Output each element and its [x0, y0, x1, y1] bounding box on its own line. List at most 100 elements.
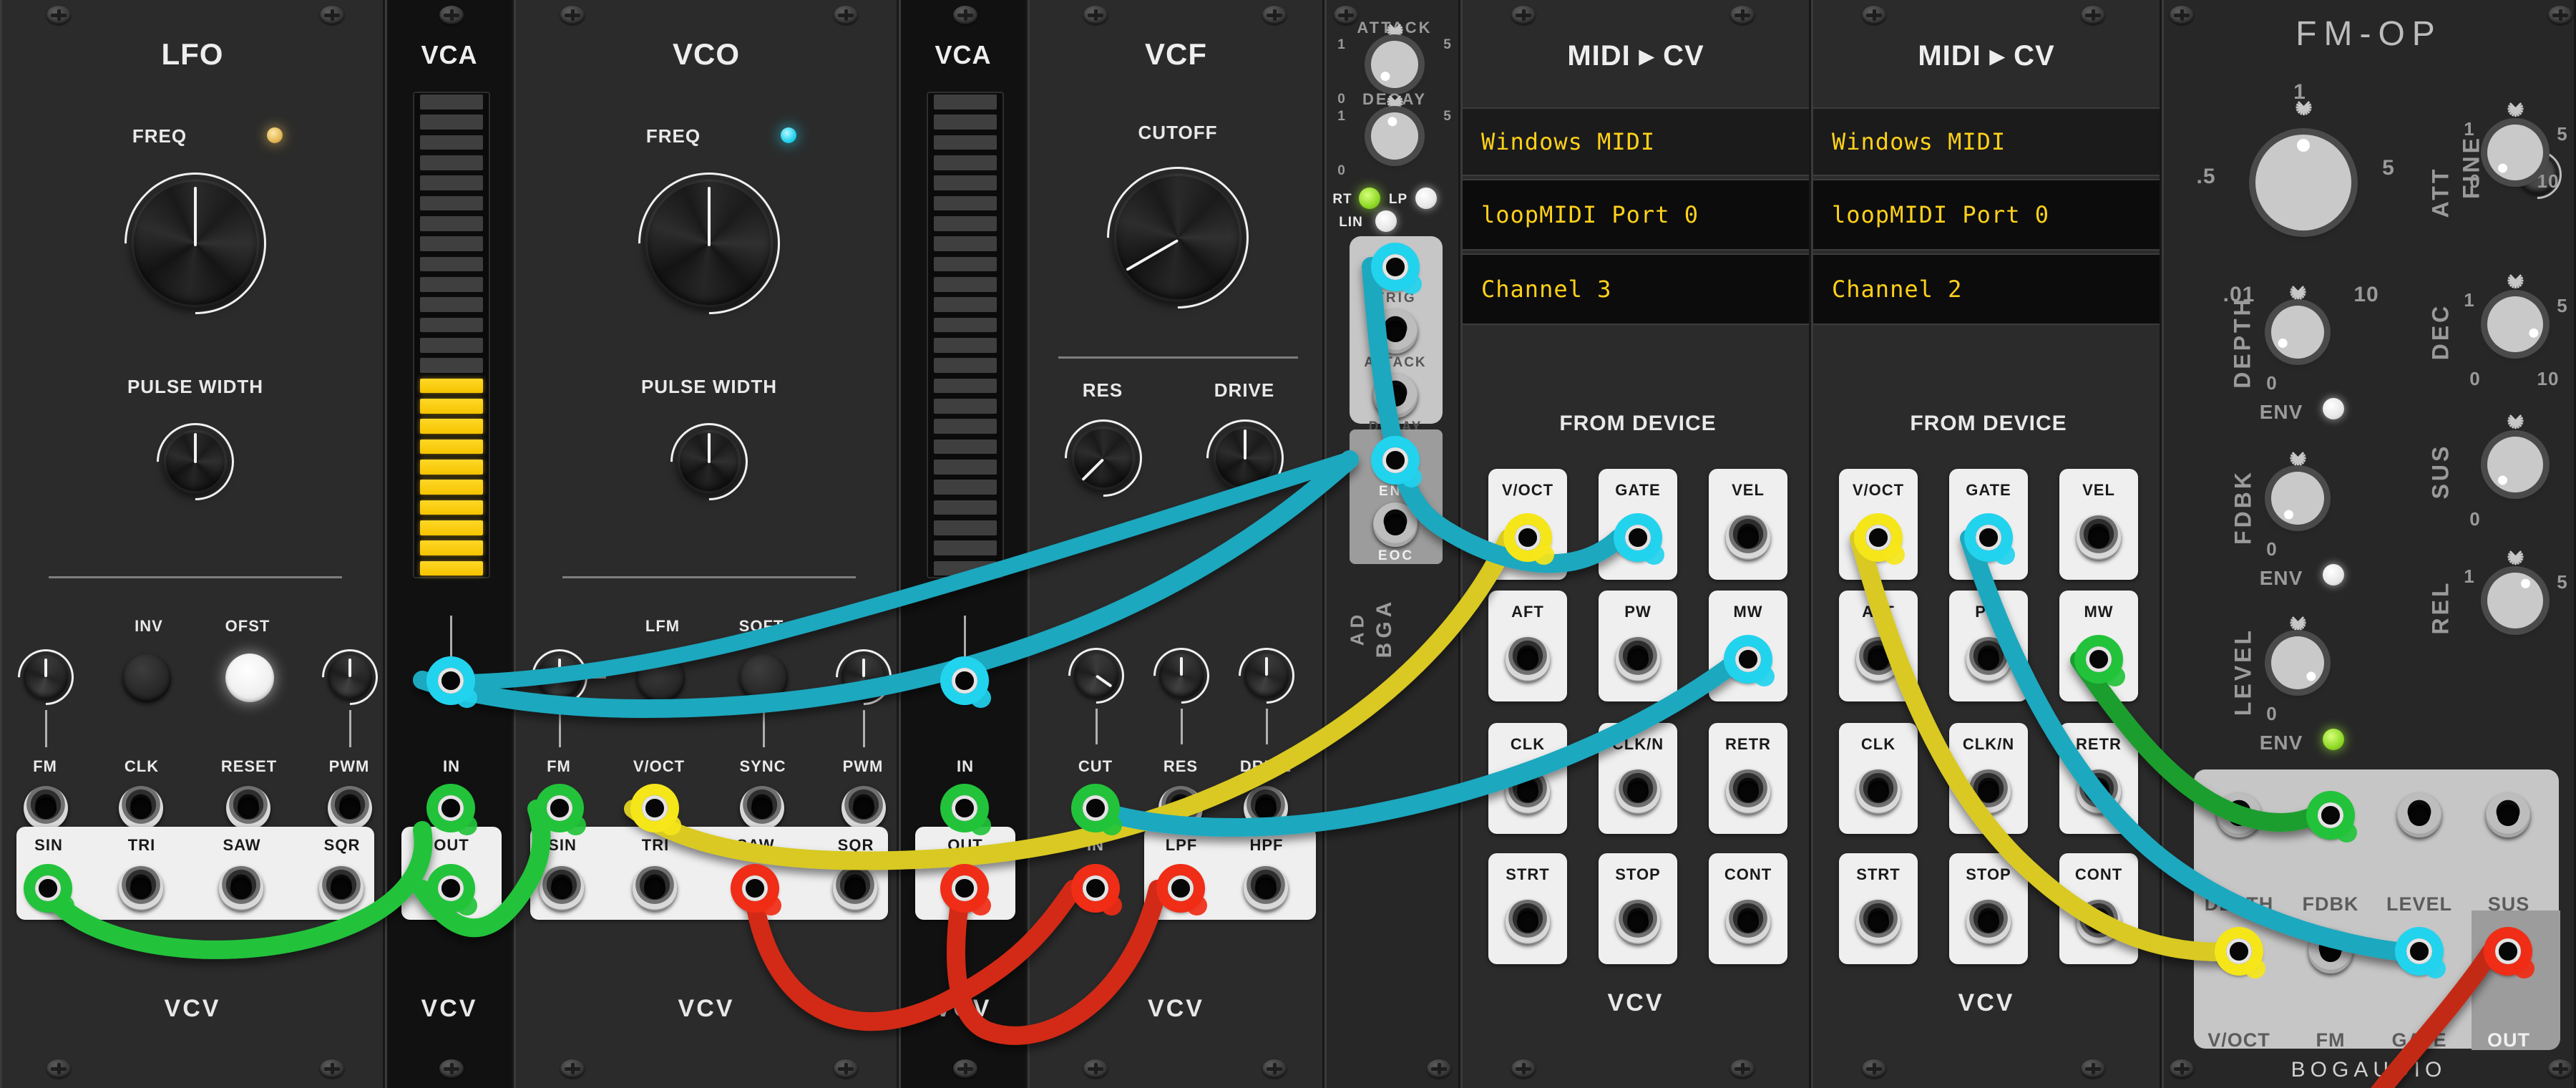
in-input-plug[interactable] — [1071, 864, 1122, 916]
hpf-output-jack[interactable] — [1244, 866, 1288, 910]
module-ad[interactable]: ATTACK 1 5 0 DECAY 1 5 0 RT LP LIN TRIG … — [1324, 0, 1460, 1088]
clkn-output-jack[interactable] — [1966, 769, 2011, 814]
fdbk-cv-plug[interactable] — [2306, 791, 2357, 843]
stop-output-jack[interactable] — [1616, 900, 1660, 944]
drive-knob[interactable] — [1190, 403, 1300, 513]
cv-input-plug[interactable] — [940, 656, 991, 709]
pwm-input-jack[interactable] — [841, 786, 886, 830]
fm-input-jack[interactable] — [24, 786, 68, 830]
res-input-jack[interactable] — [1158, 786, 1203, 830]
sync-input-jack[interactable] — [740, 786, 784, 830]
vca-level-meter[interactable] — [413, 92, 490, 578]
strt-output-jack[interactable] — [1506, 900, 1550, 944]
clk-input-jack[interactable] — [119, 786, 163, 830]
midi-device-display[interactable]: loopMIDI Port 0 — [1463, 179, 1809, 251]
module-vco[interactable]: VCO FREQ PULSE WIDTH LFM SOFT FM V/OCT S… — [514, 0, 899, 1088]
mw-output-plug[interactable] — [1724, 635, 1775, 687]
freq-knob[interactable] — [608, 142, 810, 344]
midi-channel-display[interactable]: Channel 2 — [1813, 253, 2160, 325]
vca-level-meter[interactable] — [927, 92, 1004, 578]
out-output-plug[interactable] — [426, 864, 477, 916]
decay-cv-jack[interactable] — [1373, 374, 1418, 418]
aft-output-jack[interactable] — [1856, 637, 1901, 681]
midi-driver-display[interactable]: Windows MIDI — [1463, 107, 1809, 176]
sin-output-plug[interactable] — [24, 864, 74, 916]
rt-toggle[interactable] — [1359, 188, 1380, 209]
gate-output-plug[interactable] — [1614, 513, 1664, 565]
in-input-plug[interactable] — [426, 784, 477, 836]
dec-knob[interactable] — [2487, 296, 2543, 352]
env-output-plug[interactable] — [1371, 436, 1422, 488]
depth-knob[interactable] — [2271, 306, 2324, 359]
eoc-output-jack[interactable] — [1373, 502, 1418, 547]
voct-output-plug[interactable] — [1854, 513, 1905, 565]
level-cv-jack[interactable] — [2397, 793, 2441, 837]
retr-output-jack[interactable] — [2077, 769, 2121, 814]
soft-button[interactable] — [739, 654, 788, 702]
attack-cv-jack[interactable] — [1373, 309, 1418, 354]
midi-device-display[interactable]: loopMIDI Port 0 — [1813, 179, 2160, 251]
stop-output-jack[interactable] — [1966, 900, 2011, 944]
att-knob[interactable] — [2487, 125, 2543, 180]
module-midi-cv-2[interactable]: MIDI ▸ CV Windows MIDI loopMIDI Port 0 C… — [1811, 0, 2162, 1088]
pwm-attenuator-knob[interactable] — [824, 637, 897, 717]
lp-toggle[interactable] — [1415, 188, 1437, 209]
cut-attenuator-knob[interactable] — [1056, 636, 1136, 716]
pulse-width-knob[interactable] — [140, 407, 250, 517]
res-knob[interactable] — [1048, 403, 1158, 513]
fm-attenuator-knob[interactable] — [6, 637, 86, 717]
reset-input-jack[interactable] — [226, 786, 270, 830]
voct-input-plug[interactable] — [2215, 927, 2265, 979]
ofst-button[interactable] — [225, 654, 274, 702]
rack-canvas[interactable]: LFO FREQ PULSE WIDTH INV OFST FM CLK RES… — [0, 0, 2576, 1088]
lpf-output-plug[interactable] — [1156, 864, 1207, 916]
midi-driver-display[interactable]: Windows MIDI — [1813, 107, 2160, 176]
saw-output-plug[interactable] — [731, 864, 781, 916]
cv-input-plug[interactable] — [426, 656, 477, 709]
attack-knob[interactable] — [1371, 41, 1418, 88]
clkn-output-jack[interactable] — [1616, 769, 1660, 814]
tri-output-jack[interactable] — [633, 866, 677, 910]
gate-output-plug[interactable] — [1964, 513, 2015, 565]
cont-output-jack[interactable] — [2077, 900, 2121, 944]
strt-output-jack[interactable] — [1856, 900, 1901, 944]
mw-output-plug[interactable] — [2074, 635, 2125, 687]
fm-attenuator-knob[interactable] — [519, 637, 600, 717]
tri-output-jack[interactable] — [119, 866, 163, 910]
vel-output-jack[interactable] — [1726, 515, 1770, 560]
midi-channel-display[interactable]: Channel 3 — [1463, 253, 1809, 325]
in-input-plug[interactable] — [940, 784, 991, 836]
trig-input-plug[interactable] — [1371, 243, 1422, 295]
voct-input-plug[interactable] — [630, 784, 681, 836]
fm-input-jack[interactable] — [2308, 929, 2353, 973]
retr-output-jack[interactable] — [1726, 769, 1770, 814]
module-lfo[interactable]: LFO FREQ PULSE WIDTH INV OFST FM CLK RES… — [0, 0, 385, 1088]
aft-output-jack[interactable] — [1506, 637, 1550, 681]
sqr-output-jack[interactable] — [319, 866, 364, 910]
vel-output-jack[interactable] — [2077, 515, 2121, 560]
sus-cv-jack[interactable] — [2486, 793, 2530, 837]
module-vca-1[interactable]: VCA IN OUT VCV — [385, 0, 514, 1088]
drive-input-jack[interactable] — [1244, 786, 1288, 830]
pwm-input-jack[interactable] — [328, 786, 372, 830]
pw-output-jack[interactable] — [1616, 637, 1660, 681]
level-knob[interactable] — [2271, 636, 2324, 689]
module-midi-cv-1[interactable]: MIDI ▸ CV Windows MIDI loopMIDI Port 0 C… — [1460, 0, 1811, 1088]
lfm-button[interactable] — [636, 654, 685, 702]
decay-knob[interactable] — [1371, 112, 1418, 160]
gate-input-plug[interactable] — [2395, 927, 2446, 979]
freq-knob[interactable] — [94, 142, 296, 344]
sin-output-jack[interactable] — [540, 866, 584, 910]
depth-env-toggle[interactable] — [2323, 398, 2344, 419]
sus-knob[interactable] — [2487, 437, 2543, 492]
module-vcf[interactable]: VCF CUTOFF RES DRIVE CUT RES DRIVE IN LP… — [1028, 0, 1324, 1088]
sqr-output-jack[interactable] — [833, 866, 877, 910]
inv-button[interactable] — [122, 654, 171, 702]
out-output-plug[interactable] — [940, 864, 991, 916]
rel-knob[interactable] — [2487, 573, 2543, 628]
cutoff-knob[interactable] — [1077, 137, 1279, 339]
ratio-knob[interactable] — [2255, 135, 2351, 230]
fdbk-env-toggle[interactable] — [2323, 564, 2344, 586]
module-vca-2[interactable]: VCA IN OUT VCV — [899, 0, 1028, 1088]
cut-input-plug[interactable] — [1071, 784, 1122, 836]
